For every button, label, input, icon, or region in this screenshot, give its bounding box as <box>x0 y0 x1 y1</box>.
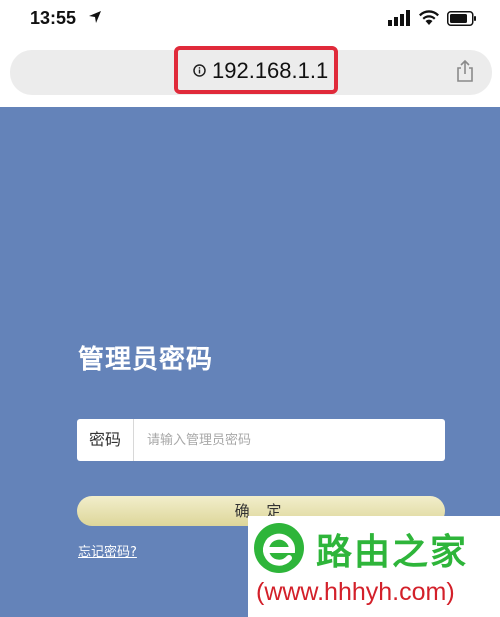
status-bar: 13:55 <box>0 0 500 40</box>
status-time: 13:55 <box>30 8 77 28</box>
info-icon[interactable] <box>193 64 206 77</box>
password-label: 密码 <box>77 419 134 461</box>
page-title: 管理员密码 <box>78 345 214 375</box>
url-text[interactable]: 192.168.1.1 <box>212 58 328 84</box>
password-field-group: 密码 <box>77 419 445 461</box>
watermark-url: (www.hhhyh.com) <box>256 578 455 606</box>
watermark-title: 路由之家 <box>316 532 469 573</box>
share-icon[interactable] <box>456 59 474 83</box>
location-arrow-icon <box>89 11 101 23</box>
forgot-password-link[interactable]: 忘记密码? <box>78 541 137 560</box>
wifi-icon <box>419 10 439 25</box>
browser-toolbar: 192.168.1.1 <box>0 40 500 107</box>
watermark-logo-icon <box>254 523 304 573</box>
password-input[interactable] <box>135 419 443 461</box>
battery-icon <box>447 11 476 26</box>
cellular-signal-icon <box>388 10 410 26</box>
